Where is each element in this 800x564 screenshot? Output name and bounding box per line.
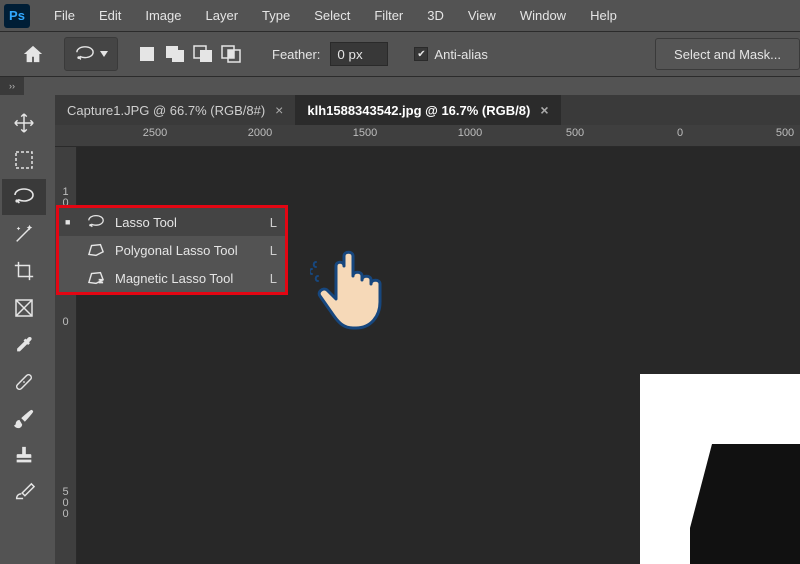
flyout-shortcut: L [270, 243, 277, 258]
tab-label: Capture1.JPG @ 66.7% (RGB/8#) [67, 103, 265, 118]
polygonal-lasso-icon [85, 242, 107, 258]
lasso-icon [85, 214, 107, 230]
eyedropper-tool[interactable] [2, 327, 46, 363]
history-brush-icon [13, 482, 35, 504]
ruler-horizontal[interactable]: 2500 2000 1500 1000 500 0 500 [55, 125, 800, 147]
menubar: Ps File Edit Image Layer Type Select Fil… [0, 0, 800, 31]
menu-type[interactable]: Type [250, 2, 302, 29]
marquee-icon [14, 150, 34, 170]
square-icon [139, 46, 155, 62]
menu-view[interactable]: View [456, 2, 508, 29]
flyout-item-magnetic-lasso[interactable]: Magnetic Lasso Tool L [59, 264, 285, 292]
chevron-down-icon [100, 51, 108, 57]
flyout-item-polygonal-lasso[interactable]: Polygonal Lasso Tool L [59, 236, 285, 264]
brush-icon [13, 408, 35, 430]
crop-tool[interactable] [2, 253, 46, 289]
anti-alias-checkbox[interactable]: ✔ Anti-alias [414, 47, 487, 62]
healing-brush-tool[interactable] [2, 364, 46, 400]
ruler-tick: 1500 [353, 127, 377, 139]
crop-icon [13, 260, 35, 282]
check-icon: ✔ [414, 47, 428, 61]
clone-stamp-tool[interactable] [2, 438, 46, 474]
eyedropper-icon [13, 334, 35, 356]
document-image [640, 374, 800, 564]
ruler-tick: 1000 [458, 127, 482, 139]
ruler-tick: 0 [677, 127, 683, 139]
selected-marker-icon: ■ [65, 217, 77, 227]
lasso-tool[interactable] [2, 179, 46, 215]
selection-add[interactable] [162, 41, 188, 67]
tab-label: klh1588343542.jpg @ 16.7% (RGB/8) [307, 103, 530, 118]
home-button[interactable] [12, 35, 54, 73]
flyout-shortcut: L [270, 271, 277, 286]
tools-panel [0, 95, 48, 512]
frame-icon [14, 298, 34, 318]
flyout-shortcut: L [270, 215, 277, 230]
overlap-int-icon [221, 45, 241, 63]
ps-logo[interactable]: Ps [4, 4, 30, 28]
options-bar: Feather: ✔ Anti-alias Select and Mask... [0, 31, 800, 77]
flyout-label: Lasso Tool [115, 215, 262, 230]
brush-tool[interactable] [2, 401, 46, 437]
selection-new[interactable] [134, 41, 160, 67]
wand-icon [13, 223, 35, 245]
menu-window[interactable]: Window [508, 2, 578, 29]
tab-klh[interactable]: klh1588343542.jpg @ 16.7% (RGB/8) × [295, 95, 560, 125]
close-icon[interactable]: × [540, 102, 548, 118]
home-icon [22, 44, 44, 64]
marquee-tool[interactable] [2, 142, 46, 178]
lasso-icon [12, 187, 36, 207]
panels-toggle[interactable]: ›› [0, 77, 24, 95]
ruler-tick: 2500 [143, 127, 167, 139]
selection-subtract[interactable] [190, 41, 216, 67]
menu-edit[interactable]: Edit [87, 2, 133, 29]
feather-input[interactable] [330, 42, 388, 66]
ruler-tick: 5 0 0 [55, 487, 76, 520]
frame-tool[interactable] [2, 290, 46, 326]
menu-help[interactable]: Help [578, 2, 629, 29]
magic-wand-tool[interactable] [2, 216, 46, 252]
move-tool[interactable] [2, 105, 46, 141]
menu-layer[interactable]: Layer [194, 2, 251, 29]
current-tool-indicator[interactable] [64, 37, 118, 71]
anti-alias-label: Anti-alias [434, 47, 487, 62]
overlap-sub-icon [193, 45, 213, 63]
flyout-item-lasso[interactable]: ■ Lasso Tool L [59, 208, 285, 236]
stamp-icon [13, 445, 35, 467]
selection-intersect[interactable] [218, 41, 244, 67]
tab-capture1[interactable]: Capture1.JPG @ 66.7% (RGB/8#) × [55, 95, 295, 125]
lasso-flyout-menu: ■ Lasso Tool L Polygonal Lasso Tool L Ma… [56, 205, 288, 295]
ruler-tick: 500 [776, 127, 794, 139]
history-brush-tool[interactable] [2, 475, 46, 511]
ruler-tick: 2000 [248, 127, 272, 139]
menu-select[interactable]: Select [302, 2, 362, 29]
menu-file[interactable]: File [42, 2, 87, 29]
magnetic-lasso-icon [85, 270, 107, 286]
flyout-label: Polygonal Lasso Tool [115, 243, 262, 258]
menu-image[interactable]: Image [133, 2, 193, 29]
close-icon[interactable]: × [275, 102, 283, 118]
lasso-icon [74, 45, 96, 63]
ruler-tick: 0 [55, 317, 76, 328]
flyout-label: Magnetic Lasso Tool [115, 271, 262, 286]
overlap-add-icon [165, 45, 185, 63]
select-and-mask-label: Select and Mask... [674, 47, 781, 62]
select-and-mask-button[interactable]: Select and Mask... [655, 38, 800, 70]
selection-mode-group [134, 41, 244, 67]
bandaid-icon [13, 371, 35, 393]
feather-label: Feather: [272, 47, 320, 62]
document-tabs: Capture1.JPG @ 66.7% (RGB/8#) × klh15883… [55, 95, 800, 125]
menu-3d[interactable]: 3D [415, 2, 456, 29]
ruler-tick: 500 [566, 127, 584, 139]
menu-filter[interactable]: Filter [362, 2, 415, 29]
move-icon [13, 112, 35, 134]
